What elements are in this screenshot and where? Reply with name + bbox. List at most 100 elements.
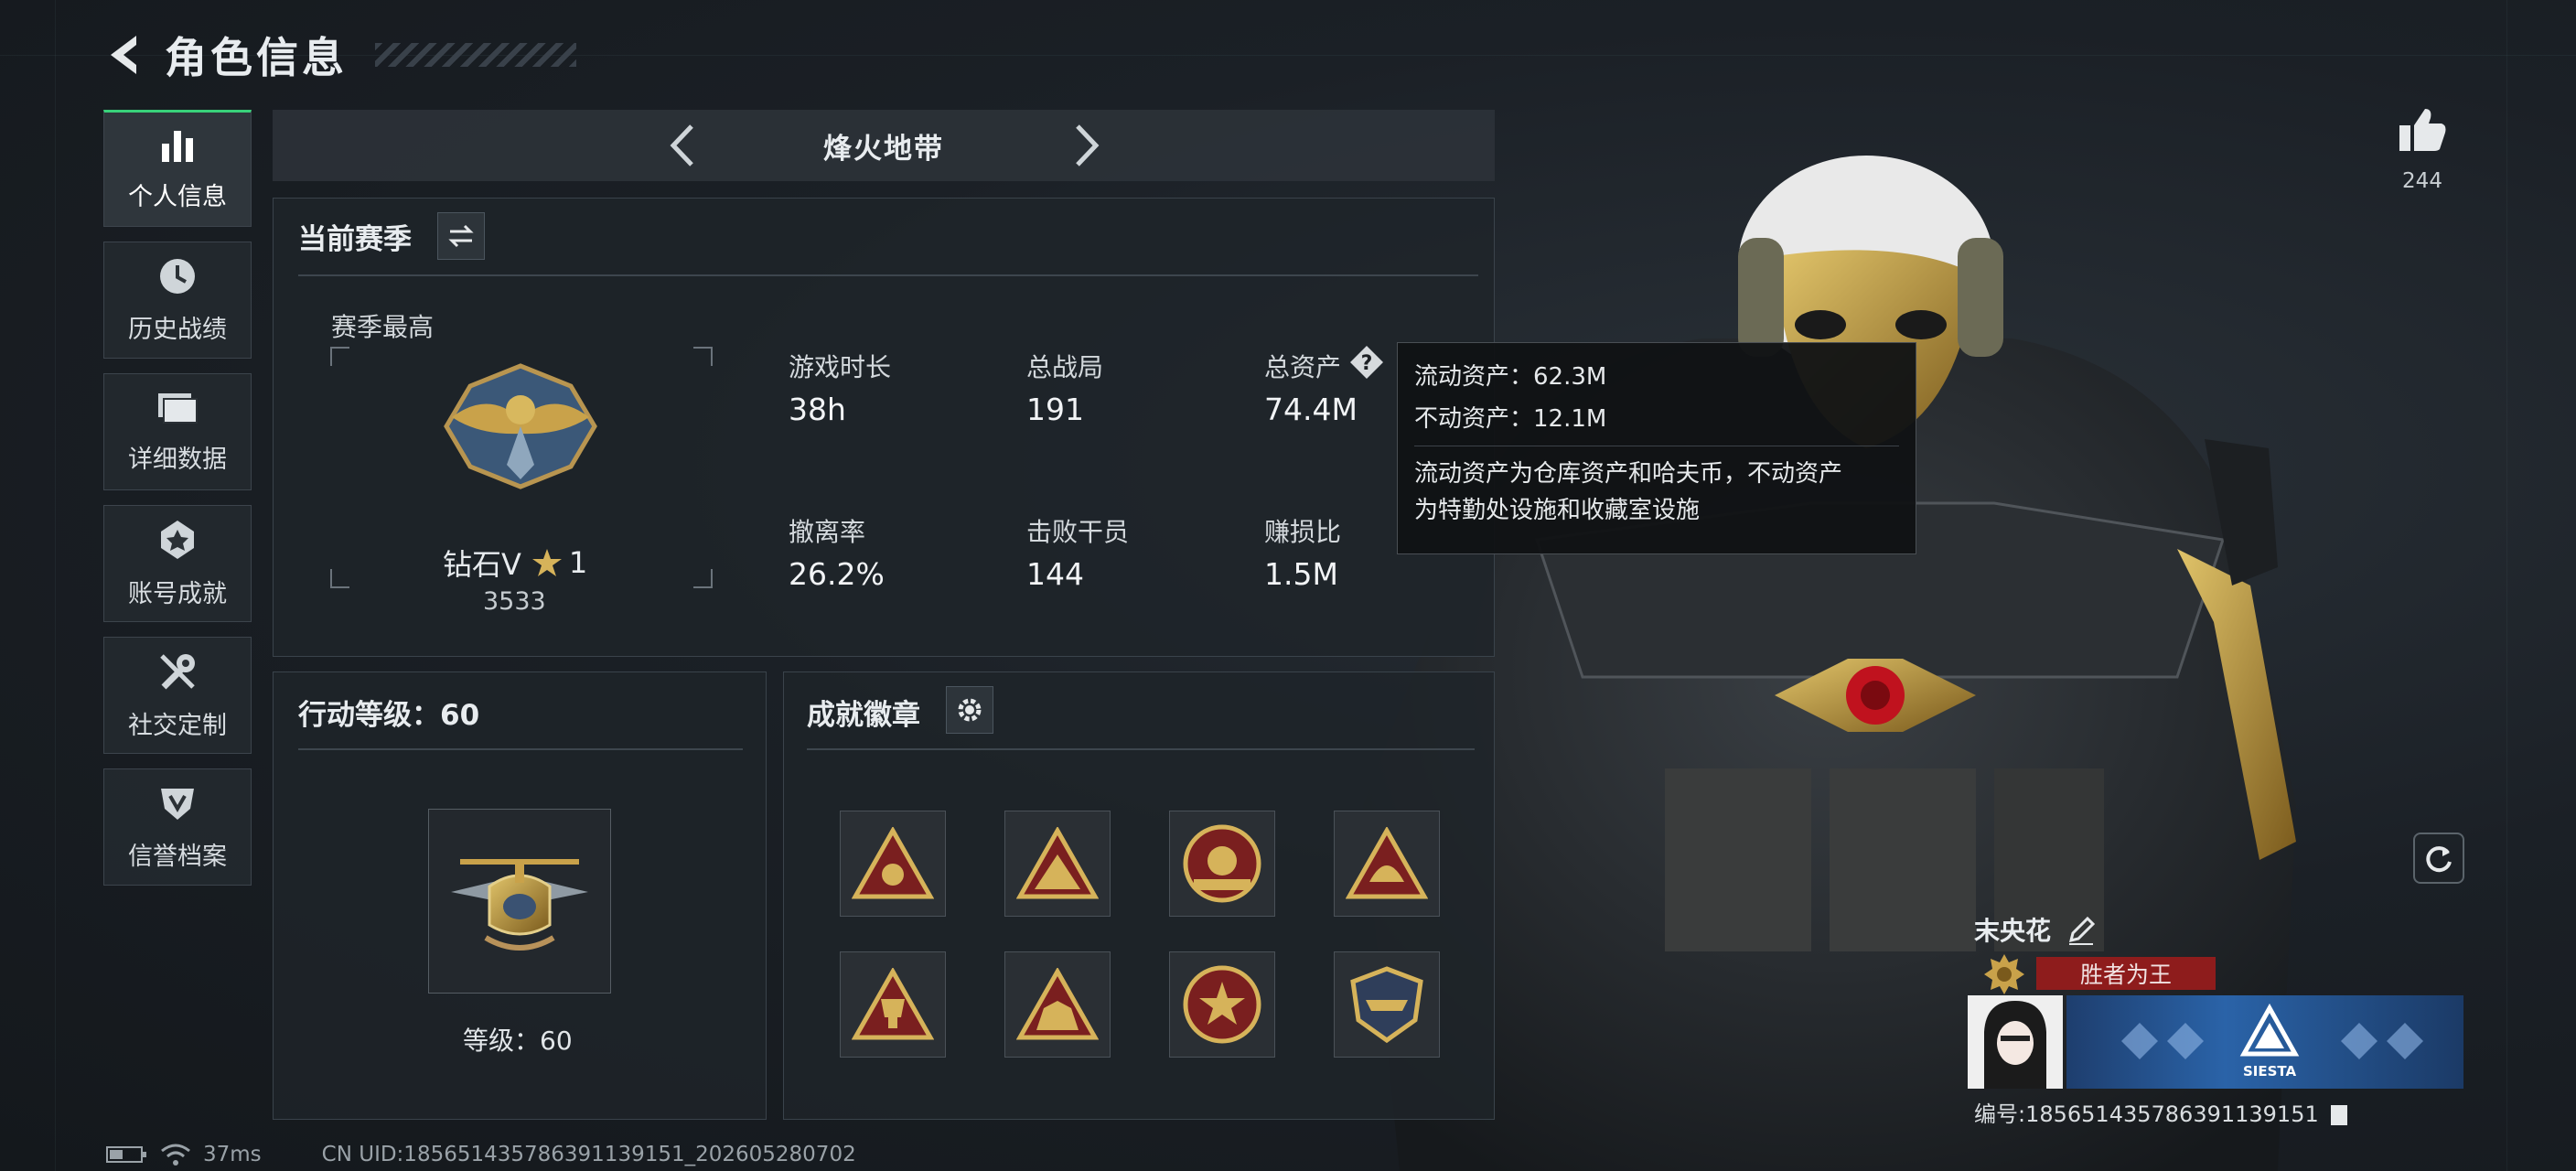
stat-value: 38h xyxy=(789,392,846,427)
sidebar-item-personal-info[interactable]: 个人信息 xyxy=(103,110,252,227)
sidebar-item-label: 历史战绩 xyxy=(128,315,227,344)
rank-score: 3533 xyxy=(483,587,546,616)
swap-icon xyxy=(448,224,474,248)
stat-value: 74.4M xyxy=(1264,392,1358,427)
tooltip-liquid-assets: 流动资产：62.3M xyxy=(1414,363,1607,391)
divider xyxy=(807,748,1475,750)
achievement-badge[interactable] xyxy=(1334,951,1440,1058)
season-best-label: 赛季最高 xyxy=(331,312,435,342)
sidebar-item-detailed-data[interactable]: 详细数据 xyxy=(103,373,252,490)
star-icon xyxy=(531,549,562,576)
helicopter-level-emblem xyxy=(451,859,588,951)
avatar[interactable] xyxy=(1968,995,2063,1089)
folder-icon xyxy=(158,392,198,424)
badges-title: 成就徽章 xyxy=(807,699,920,732)
refresh-icon xyxy=(2426,846,2452,873)
divider xyxy=(298,274,1478,276)
achievement-badge[interactable] xyxy=(1334,811,1440,917)
wifi-icon xyxy=(161,1144,190,1166)
clock-icon xyxy=(160,258,195,294)
stat-label: 击败干员 xyxy=(1026,517,1130,547)
bar-chart-icon xyxy=(162,130,193,162)
stat-label: 总战局 xyxy=(1026,352,1104,382)
mode-selector: 烽火地带 xyxy=(273,110,1495,181)
battery-icon xyxy=(106,1146,146,1163)
question-icon: ? xyxy=(1350,346,1383,379)
refresh-button[interactable] xyxy=(2413,833,2464,884)
edit-name-icon[interactable] xyxy=(2066,915,2097,946)
flower-badge-icon xyxy=(852,827,934,899)
season-title: 当前赛季 xyxy=(298,223,412,256)
sidebar-item-achievements[interactable]: 账号成就 xyxy=(103,505,252,622)
sidebar: 个人信息 历史战绩 详细数据 账号成就 社交定制 信誉档案 xyxy=(103,110,253,900)
medal-icon xyxy=(161,520,194,559)
stat-label: 总资产 xyxy=(1264,352,1342,382)
wrench-icon xyxy=(160,653,195,689)
beast-badge-icon xyxy=(1016,968,1099,1040)
divider xyxy=(298,748,743,750)
achievement-badge[interactable] xyxy=(1169,951,1275,1058)
stat-label: 撤离率 xyxy=(789,517,866,547)
sidebar-item-social-custom[interactable]: 社交定制 xyxy=(103,637,252,754)
sidebar-item-label: 信誉档案 xyxy=(128,842,227,871)
diamond-rank-emblem xyxy=(444,363,597,489)
rank-stars: 1 xyxy=(568,545,588,580)
season-switch-button[interactable] xyxy=(437,212,485,260)
title-emblem-icon xyxy=(1984,954,2024,994)
action-level-emblem-frame xyxy=(428,809,611,994)
svg-text:?: ? xyxy=(1361,352,1373,375)
badges-settings-button[interactable] xyxy=(946,686,993,734)
banner-text: SIESTA xyxy=(2243,1063,2297,1080)
stat-value: 191 xyxy=(1026,392,1084,427)
mountain-badge-icon xyxy=(1016,827,1099,899)
thumbs-up-icon xyxy=(2399,109,2446,151)
achievement-badge[interactable] xyxy=(1169,811,1275,917)
mode-prev-button[interactable] xyxy=(664,123,701,168)
status-bar: 37ms CN UID:185651435786391139151_202605… xyxy=(106,1142,856,1167)
copy-icon[interactable] xyxy=(2329,1103,2349,1127)
achievement-badge[interactable] xyxy=(840,951,946,1058)
player-banner: SIESTA xyxy=(2066,995,2463,1089)
sidebar-item-label: 社交定制 xyxy=(128,711,227,740)
tooltip-description-line: 为特勤处设施和收藏室设施 xyxy=(1414,497,1701,524)
stat-value: 144 xyxy=(1026,556,1084,592)
like-button[interactable]: 244 xyxy=(2395,105,2450,193)
grid-line xyxy=(55,0,56,1171)
sidebar-item-label: 个人信息 xyxy=(128,182,227,211)
star-shield-badge-icon xyxy=(1183,965,1261,1044)
avatar-portrait xyxy=(1968,995,2063,1089)
mode-label: 烽火地带 xyxy=(823,132,944,166)
stat-label: 赚损比 xyxy=(1264,517,1342,547)
back-button[interactable] xyxy=(101,27,146,82)
tooltip-fixed-assets: 不动资产：12.1M xyxy=(1414,405,1607,433)
action-level-title: 行动等级：60 xyxy=(298,699,480,732)
sidebar-item-history[interactable]: 历史战绩 xyxy=(103,242,252,359)
action-level-text: 等级：60 xyxy=(463,1026,573,1056)
rank-name-row: 钻石V 1 xyxy=(443,542,587,584)
achievement-badge[interactable] xyxy=(840,811,946,917)
player-uid-text: 编号:185651435786391139151 xyxy=(1974,1101,2319,1127)
asset-tooltip: 流动资产：62.3M 不动资产：12.1M 流动资产为仓库资产和哈夫币，不动资产… xyxy=(1397,342,1916,554)
ping-text: 37ms xyxy=(203,1143,262,1166)
achievement-badge[interactable] xyxy=(1004,951,1111,1058)
page-header: 角色信息 xyxy=(101,18,576,91)
gear-icon xyxy=(958,698,982,722)
shield-icon xyxy=(161,788,194,820)
asset-help-button[interactable]: ? xyxy=(1348,344,1385,381)
rank-name: 钻石V xyxy=(443,547,521,582)
grid-line xyxy=(2506,0,2507,1171)
achievement-badge[interactable] xyxy=(1004,811,1111,917)
stat-value: 1.5M xyxy=(1264,556,1338,592)
helmet-badge-icon xyxy=(1346,827,1428,899)
status-uid-text: CN UID:185651435786391139151_20260528070… xyxy=(321,1143,856,1166)
banner-art: SIESTA xyxy=(2121,1003,2423,1080)
sidebar-item-label: 账号成就 xyxy=(128,579,227,608)
player-uid: 编号:185651435786391139151 xyxy=(1974,1096,2349,1128)
mode-next-button[interactable] xyxy=(1068,123,1105,168)
player-title-badge: 胜者为王 xyxy=(2036,957,2216,990)
title-decoration xyxy=(375,43,576,67)
page-title: 角色信息 xyxy=(165,33,348,82)
sidebar-item-label: 详细数据 xyxy=(128,445,227,474)
stat-value: 26.2% xyxy=(789,556,885,592)
sidebar-item-credit-file[interactable]: 信誉档案 xyxy=(103,768,252,886)
